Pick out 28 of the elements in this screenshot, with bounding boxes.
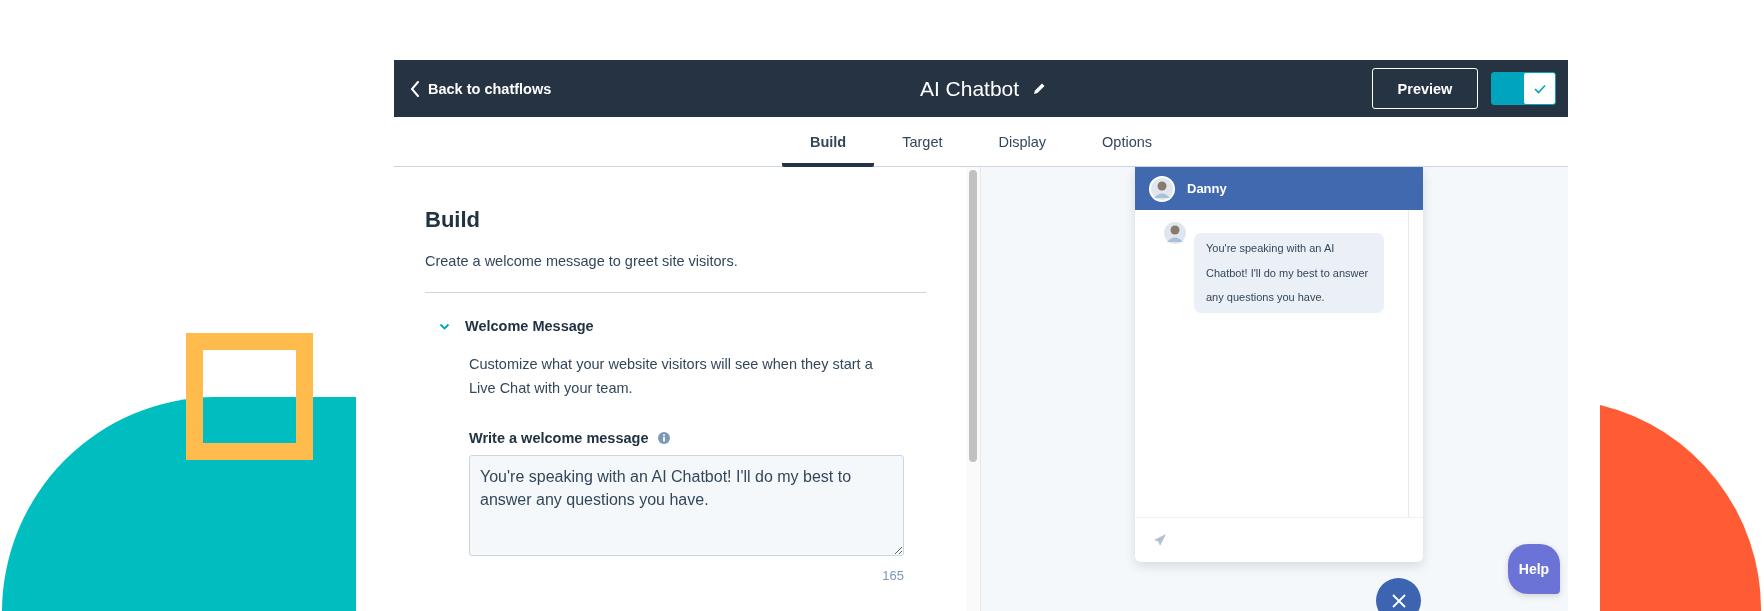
- message-field[interactable]: You're speaking with an AI Chatbot! I'll do my best to answer any questions you have.: [469, 455, 904, 556]
- tab[interactable]: Target: [874, 117, 971, 167]
- close-icon: [1390, 592, 1407, 609]
- info-icon[interactable]: [658, 432, 671, 444]
- accordion-description: Customize what your website visitors will see when they start a Live Chat with your team.: [469, 355, 874, 398]
- send-icon[interactable]: [1153, 533, 1167, 547]
- agent-name: Danny: [1187, 181, 1227, 196]
- toggle-switch[interactable]: [1491, 72, 1556, 105]
- tab[interactable]: Display: [970, 117, 1075, 167]
- tab[interactable]: Build: [781, 117, 875, 167]
- field-label: Write a welcome message: [469, 430, 649, 446]
- help-button[interactable]: Help: [1508, 544, 1560, 594]
- chevron-left-icon: [410, 80, 420, 97]
- section-heading: Build: [425, 207, 481, 233]
- avatar: [1149, 175, 1175, 202]
- avatar: [1162, 220, 1188, 246]
- character-count: 165: [882, 568, 904, 583]
- back-link[interactable]: Back to chatflows: [410, 80, 920, 97]
- tab[interactable]: Options: [1074, 117, 1181, 167]
- page-title: AI Chatbot: [919, 76, 1020, 101]
- close-button[interactable]: [1376, 578, 1421, 611]
- preview-button[interactable]: Preview: [1372, 68, 1478, 109]
- pencil-icon[interactable]: [1033, 82, 1047, 95]
- check-icon: [1533, 83, 1546, 94]
- message-bubble: You're speaking with an AI Chatbot! I'll do my best to answer any questions you have.: [1194, 233, 1384, 313]
- accordion-title[interactable]: Welcome Message: [465, 318, 594, 334]
- section-description: Create a welcome message to greet site visitors.: [425, 253, 739, 269]
- scrollbar-thumb[interactable]: [969, 170, 977, 462]
